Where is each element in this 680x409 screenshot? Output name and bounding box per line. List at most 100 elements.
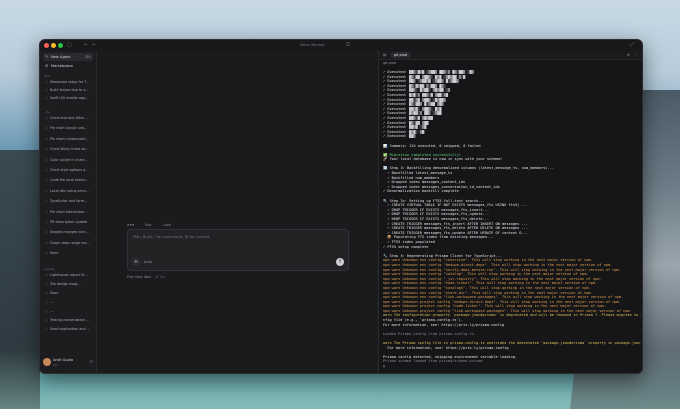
- user-profile[interactable]: Ankit Gupta Pro ⚙: [43, 357, 93, 369]
- more-icon[interactable]: ⋯: [635, 52, 638, 58]
- agent-item[interactable]: ○ Tab design usag...: [43, 281, 93, 288]
- terminal-icon: ▤: [383, 53, 387, 57]
- chat-bubble-icon: ○: [45, 291, 48, 295]
- chat-bubble-icon: ○: [45, 327, 48, 331]
- agent-item[interactable]: ○ Seed application and ...: [43, 326, 93, 333]
- agent-item[interactable]: ○ Testing conversation ...: [43, 317, 93, 324]
- sidebar-chat-label: Code file local resolv...: [50, 178, 89, 183]
- chat-bubble-icon: ○: [45, 220, 48, 224]
- logo: ᴺᴺᴺ: [127, 223, 135, 228]
- grid-icon: ⊞: [45, 63, 49, 68]
- user-name: Ankit Gupta: [53, 358, 74, 362]
- chat-bubble-icon: ○: [45, 168, 48, 172]
- terminal-output[interactable]: ✓ Executed: ▓▓▒░▓▒▓ ░▒▓▓▒ ▓▓▒░▒ ▓▒░▓▓▒ ░…: [383, 70, 641, 369]
- sidebar-chat-item[interactable]: ○ Code file local resolv...: [43, 177, 93, 184]
- app-window: ▢ ← → Editor Window ⎚ ⤢ ✎ New Agent ⌘N ⊞…: [39, 39, 643, 374]
- chat-bubble-icon: ○: [45, 300, 48, 304]
- agent-label: ...: [50, 300, 54, 304]
- sidebar-chat-label: PR description update: [50, 220, 88, 224]
- pinned-chat-item[interactable]: ○ Swift UI/I mobile app...: [43, 95, 93, 102]
- close-window-button[interactable]: [44, 43, 49, 48]
- sidebar-chat-item[interactable]: ○ Pie chart customizati...: [43, 136, 93, 143]
- new-agent-button[interactable]: ✎ New Agent ⌘N: [43, 53, 93, 61]
- sidebar-toggle-icon[interactable]: ▢: [67, 42, 72, 48]
- agent-item[interactable]: ○...: [43, 299, 93, 306]
- pinned-chat-label: Monorepo setup for T...: [50, 80, 90, 84]
- sidebar: ✎ New Agent ⌘N ⊞ Marketplace Pins ○ Monor…: [40, 51, 97, 373]
- section-recent: ...fe: [44, 110, 50, 114]
- section-pins: Pins: [44, 74, 51, 78]
- terminal-panel: ▤ git prod ⊕ ⋯ git prod ✓ Executed: ▓▓▒░…: [378, 51, 642, 373]
- marketplace-button[interactable]: ⊞ Marketplace: [43, 62, 93, 70]
- prompt-placeholder: Plan, Build, / for commands, @ for conte…: [133, 235, 210, 239]
- sidebar-chat-label: Color picker in chart...: [50, 157, 88, 162]
- terminal-line: warn The Prisma config file in prisma.co…: [383, 341, 641, 346]
- sidebar-chat-label: Graph data range mo...: [50, 240, 90, 245]
- sidebar-chat-label: Pie chart layout and...: [50, 126, 88, 131]
- sidebar-chat-item[interactable]: ○ Local dev setup error...: [43, 188, 93, 195]
- new-agent-label: New Agent: [51, 55, 71, 59]
- avatar: [43, 358, 51, 366]
- sidebar-chat-item[interactable]: ○ Chart style options a...: [43, 167, 93, 174]
- chat-bubble-icon: ○: [45, 157, 48, 162]
- chat-bubble-icon: ○: [45, 230, 48, 235]
- sidebar-chat-item[interactable]: ○ TypeScript and form...: [43, 198, 93, 205]
- agent-item[interactable]: ○...: [43, 308, 93, 315]
- plan-new-idea-button[interactable]: Plan New Idea ⌘ Tab: [127, 275, 165, 279]
- sidebar-chat-label: Chart and axis titles ...: [50, 116, 89, 120]
- pinned-chat-label: Build failure due to a...: [50, 88, 89, 92]
- sidebar-chat-label: Chart sticky three do...: [50, 147, 89, 152]
- sidebar-chat-item[interactable]: ○ Pie chart layout and...: [43, 125, 93, 132]
- terminal-line: npm warn Unknown env config "link-worksp…: [383, 295, 624, 300]
- back-icon[interactable]: ←: [84, 42, 88, 48]
- sidebar-chat-item[interactable]: ○ Chart and axis titles ...: [43, 115, 93, 122]
- send-button[interactable]: ↑: [336, 258, 344, 266]
- sidebar-chat-item[interactable]: ○ Chart sticky three do...: [43, 146, 93, 153]
- terminal-tabs: ▤ git prod ⊕ ⋯: [379, 51, 642, 60]
- agent-label: ...: [50, 309, 54, 313]
- chat-bubble-icon: ○: [45, 116, 48, 120]
- agent-item[interactable]: ○ Docs: [43, 290, 93, 297]
- maximize-window-button[interactable]: [58, 43, 63, 48]
- agent-item[interactable]: ○ Lighthouse report fe...: [43, 272, 93, 279]
- chat-bubble-icon: ○: [45, 309, 48, 313]
- new-terminal-icon[interactable]: ⊕: [627, 52, 630, 58]
- chat-bubble-icon: ○: [45, 318, 48, 322]
- sidebar-chat-label: Pie chart customizati...: [50, 136, 89, 141]
- sidebar-chat-label: Chart style options a...: [50, 168, 89, 172]
- sidebar-chat-item[interactable]: ○ Pie chart interaction...: [43, 209, 93, 216]
- chat-bubble-icon: ○: [45, 178, 48, 183]
- gear-icon[interactable]: ⚙: [89, 359, 93, 364]
- chat-bubble-icon: ○: [45, 251, 48, 256]
- chat-bubble-icon: ○: [45, 136, 48, 141]
- sidebar-chat-item[interactable]: ○ PR description update: [43, 219, 93, 226]
- prompt-input[interactable]: Plan, Build, / for commands, @ for conte…: [127, 229, 349, 271]
- agent-label: Docs: [50, 291, 59, 295]
- sidebar-chat-label: Staged changes com...: [50, 230, 89, 235]
- chat-bubble-icon: ○: [45, 96, 48, 100]
- pinned-chat-item[interactable]: ○ Monorepo setup for T...: [43, 79, 93, 86]
- sidebar-chat-item[interactable]: ○ Staged changes com...: [43, 229, 93, 236]
- chat-bubble-icon: ○: [45, 209, 48, 214]
- agent-label: Seed application and ...: [50, 327, 91, 331]
- context-mac[interactable]: Mac: [145, 223, 151, 227]
- split-icon[interactable]: ⎚: [346, 42, 350, 48]
- model-select[interactable]: Auto: [144, 260, 152, 264]
- chat-bubble-icon: ○: [45, 199, 48, 204]
- sidebar-chat-item[interactable]: ○ Color picker in chart...: [43, 157, 93, 164]
- agent-label: Tab design usag...: [50, 282, 81, 286]
- context-local[interactable]: Local: [163, 223, 171, 227]
- expand-icon[interactable]: ⤢: [630, 42, 634, 48]
- forward-icon[interactable]: →: [91, 42, 95, 48]
- tab-terminal[interactable]: git prod: [391, 52, 411, 58]
- add-context-button[interactable]: +: [132, 258, 140, 266]
- pinned-chat-label: Swift UI/I mobile app...: [50, 96, 89, 100]
- pinned-chat-item[interactable]: ○ Build failure due to a...: [43, 87, 93, 94]
- chat-bubble-icon: ○: [45, 240, 48, 245]
- sidebar-chat-label: Local dev setup error...: [50, 188, 89, 193]
- minimize-window-button[interactable]: [51, 43, 56, 48]
- plan-new-idea-label: Plan New Idea: [127, 275, 152, 279]
- compose-icon: ✎: [45, 54, 49, 59]
- sidebar-chat-item[interactable]: ○ More: [43, 250, 93, 257]
- sidebar-chat-item[interactable]: ○ Graph data range mo...: [43, 240, 93, 247]
